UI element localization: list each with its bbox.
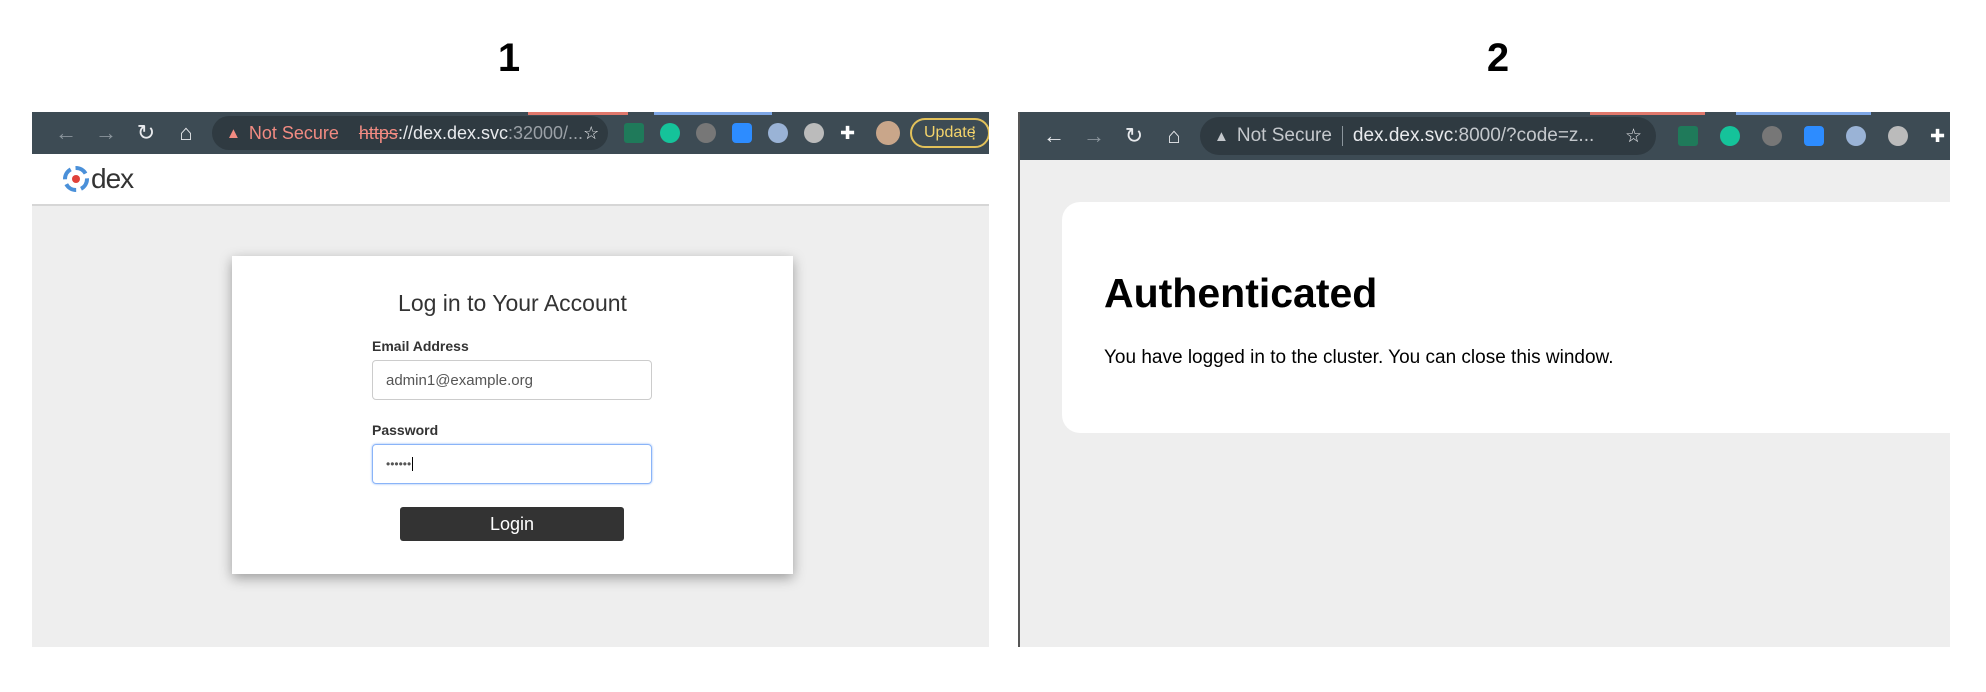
reload-icon[interactable]: ↻ <box>1114 123 1154 149</box>
authenticated-card: Authenticated You have logged in to the … <box>1062 202 1950 433</box>
browser-toolbar: ← → ↻ ⌂ ▲ Not Secure https://dex.dex.svc… <box>32 112 989 154</box>
login-card: Log in to Your Account Email Address Pas… <box>232 256 793 574</box>
extension-g-icon[interactable] <box>1888 126 1908 146</box>
extension-s-icon[interactable] <box>1678 126 1698 146</box>
panel-label-2: 2 <box>1486 36 1510 80</box>
authenticated-heading: Authenticated <box>1104 270 1378 316</box>
reload-icon[interactable]: ↻ <box>126 120 166 146</box>
extension-g-icon[interactable] <box>804 123 824 143</box>
email-label: Email Address <box>372 338 469 354</box>
dex-logo-text: dex <box>91 163 134 194</box>
email-input[interactable] <box>372 360 652 400</box>
zoom-icon[interactable] <box>732 123 752 143</box>
authenticated-message: You have logged in to the cluster. You c… <box>1104 347 1614 368</box>
extension-icon[interactable] <box>1762 126 1782 146</box>
back-icon[interactable]: ← <box>1034 123 1074 149</box>
zoom-icon[interactable] <box>1804 126 1824 146</box>
home-icon[interactable]: ⌂ <box>166 120 206 146</box>
puzzle-icon[interactable]: ✚ <box>840 123 860 143</box>
password-value: •••••• <box>386 457 412 471</box>
password-input[interactable]: •••••• <box>372 444 652 484</box>
url-path: :32000/... <box>508 122 584 143</box>
bookmark-star-icon[interactable]: ☆ <box>1625 125 1642 148</box>
address-bar[interactable]: ▲ Not Secure dex.dex.svc:8000/?code=z...… <box>1200 117 1656 155</box>
warning-icon: ▲ <box>226 124 241 142</box>
url-host: dex.dex.svc <box>1352 125 1454 146</box>
extension-s-icon[interactable] <box>624 123 644 143</box>
panel-label-1: 1 <box>497 36 521 80</box>
browser-toolbar: ← → ↻ ⌂ ▲ Not Secure dex.dex.svc:8000/?c… <box>1020 112 1950 160</box>
password-label: Password <box>372 422 439 438</box>
extension-icon[interactable] <box>696 123 716 143</box>
url-path: :8000/?code=z... <box>1453 125 1595 146</box>
extension-ring-icon[interactable] <box>1846 126 1866 146</box>
authenticated-browser-window: ← → ↻ ⌂ ▲ Not Secure dex.dex.svc:8000/?c… <box>1018 112 1950 647</box>
dex-logo-icon <box>63 166 89 192</box>
puzzle-icon[interactable]: ✚ <box>1930 126 1950 146</box>
extension-ring-icon[interactable] <box>768 123 788 143</box>
grammarly-icon[interactable] <box>660 123 680 143</box>
back-icon[interactable]: ← <box>46 120 86 146</box>
dex-header: dex <box>32 154 989 206</box>
security-status: Not Secure <box>248 122 339 143</box>
login-button[interactable]: Login <box>400 507 624 541</box>
grammarly-icon[interactable] <box>1720 126 1740 146</box>
security-status: Not Secure <box>1236 125 1332 146</box>
login-title: Log in to Your Account <box>398 290 627 316</box>
login-browser-window: ← → ↻ ⌂ ▲ Not Secure https://dex.dex.svc… <box>32 112 989 647</box>
url-scheme: https <box>358 122 398 143</box>
forward-icon[interactable]: → <box>1074 123 1114 149</box>
url-host: ://dex.dex.svc <box>397 122 508 143</box>
forward-icon[interactable]: → <box>86 120 126 146</box>
menu-icon[interactable]: ⋮ <box>966 123 982 143</box>
bookmark-star-icon[interactable]: ☆ <box>583 123 599 144</box>
avatar[interactable] <box>876 121 900 145</box>
warning-icon: ▲ <box>1214 127 1229 145</box>
address-bar[interactable]: ▲ Not Secure https://dex.dex.svc:32000/.… <box>212 116 608 150</box>
home-icon[interactable]: ⌂ <box>1154 123 1194 149</box>
